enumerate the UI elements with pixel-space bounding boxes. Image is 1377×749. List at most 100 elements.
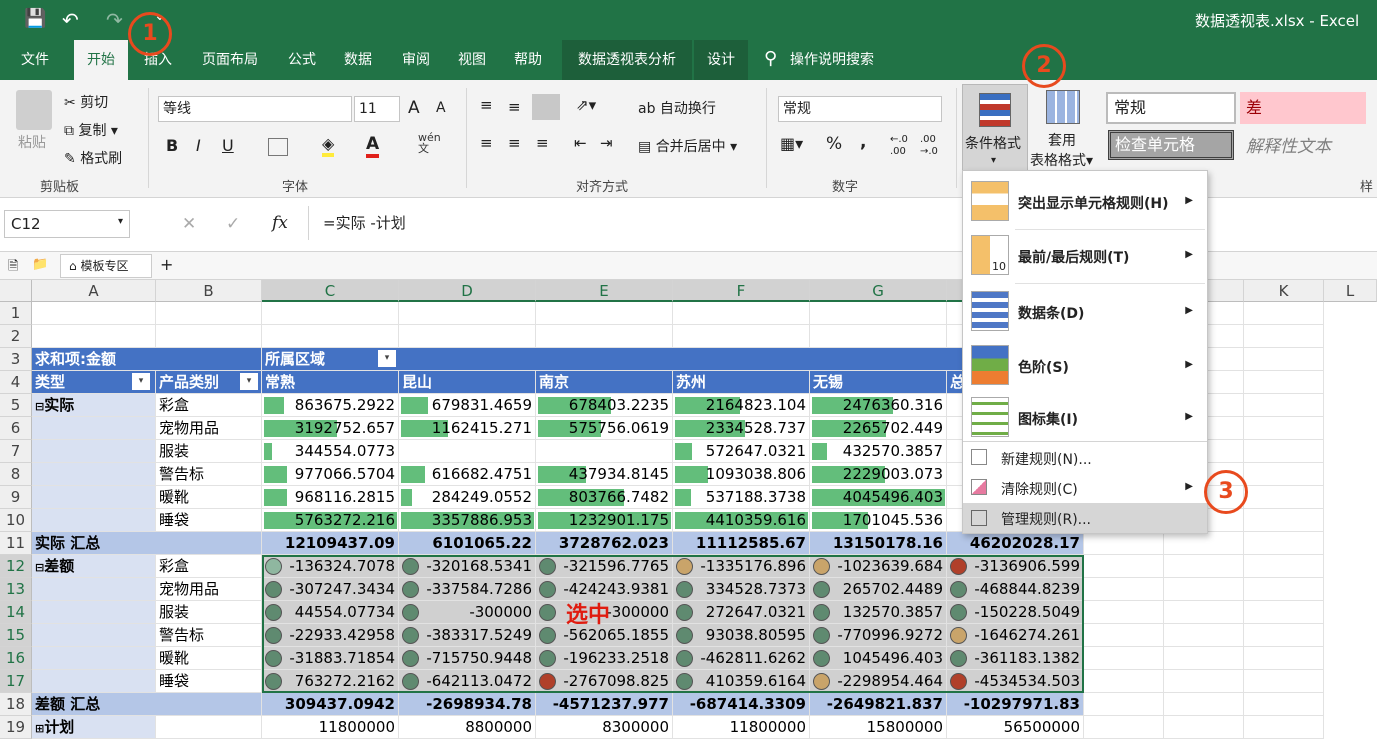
icon-set-cell[interactable]: 1045496.403 [810,647,947,670]
pivot-label-cell[interactable] [32,624,156,647]
data-bar-cell[interactable]: 2476360.316 [810,394,947,417]
wrap-text-button[interactable]: ab 自动换行 [638,98,716,118]
empty-cell[interactable] [156,302,262,325]
column-header[interactable]: E [536,280,673,302]
pivot-label-cell[interactable] [32,509,156,532]
data-bar-cell[interactable]: 1162415.271 [399,417,536,440]
empty-cell[interactable] [262,325,399,348]
actual-total-value[interactable]: 6101065.22 [399,532,536,555]
insert-function-icon[interactable]: fx [272,213,288,233]
empty-cell[interactable] [1244,693,1324,716]
empty-cell[interactable] [1164,693,1244,716]
data-bar-cell[interactable]: 977066.5704 [262,463,399,486]
percent-button[interactable]: % [826,134,842,154]
tab-help[interactable]: 帮助 [506,40,550,80]
tab-view[interactable]: 视图 [450,40,494,80]
empty-cell[interactable] [810,325,947,348]
icon-set-cell[interactable]: -1335176.896 [673,555,810,578]
empty-cell[interactable] [1164,555,1244,578]
row-header[interactable]: 2 [0,325,32,348]
empty-cell[interactable] [1164,647,1244,670]
pivot-column-header[interactable]: 苏州 [673,371,810,394]
tab-data[interactable]: 数据 [336,40,380,80]
paste-icon[interactable] [16,90,52,130]
empty-cell[interactable] [1244,325,1324,348]
diff-total-value[interactable]: 309437.0942 [262,693,399,716]
plan-total-value[interactable]: 15800000 [810,716,947,739]
chevron-down-icon[interactable]: ▾ [118,216,123,227]
tab-design[interactable]: 设计 [694,40,748,80]
data-bar-cell[interactable]: 2265702.449 [810,417,947,440]
data-bar-cell[interactable]: 2334528.737 [673,417,810,440]
column-header[interactable]: G [810,280,947,302]
style-normal[interactable]: 常规 [1106,92,1236,124]
data-bar-cell[interactable]: 344554.0773 [262,440,399,463]
menu-item-data-bars[interactable]: 数据条(D) ▶ [963,287,1207,337]
cancel-icon[interactable]: ✕ [182,214,196,234]
row-header[interactable]: 12 [0,555,32,578]
decrease-decimal-icon[interactable]: .00 →.0 [920,134,938,158]
name-box[interactable]: C12 [4,210,130,238]
data-bar-cell[interactable]: 616682.4751 [399,463,536,486]
menu-item-new-rule[interactable]: 新建规则(N)... [963,445,1207,471]
empty-cell[interactable] [1244,417,1324,440]
actual-total-value[interactable]: 46202028.17 [947,532,1084,555]
data-bar-cell[interactable]: 3357886.953 [399,509,536,532]
data-bar-cell[interactable]: 803766.7482 [536,486,673,509]
filter-dropdown-icon[interactable]: ▾ [240,373,258,390]
row-header[interactable]: 6 [0,417,32,440]
underline-button[interactable]: U [222,136,234,155]
category-cell[interactable]: 睡袋 [156,509,262,532]
icon-set-cell[interactable]: 410359.6164 [673,670,810,693]
empty-cell[interactable] [1244,601,1324,624]
category-cell[interactable]: 彩盒 [156,394,262,417]
icon-set-cell[interactable]: -321596.7765 [536,555,673,578]
table-format-icon[interactable] [1046,90,1080,124]
actual-total-value[interactable]: 3728762.023 [536,532,673,555]
menu-item-manage-rules[interactable]: 管理规则(R)... [963,503,1207,533]
empty-cell[interactable] [1084,670,1164,693]
font-color-button[interactable]: A [366,134,380,158]
icon-set-cell[interactable]: -150228.5049 [947,601,1084,624]
category-cell[interactable]: 警告标 [156,463,262,486]
tab-formulas[interactable]: 公式 [280,40,324,80]
tab-home[interactable]: 开始 [74,40,128,80]
empty-cell[interactable] [1244,463,1324,486]
align-top-icon[interactable]: ≡ [480,96,493,114]
icon-set-cell[interactable]: -3136906.599 [947,555,1084,578]
menu-item-color-scales[interactable]: 色阶(S) ▶ [963,341,1207,391]
empty-cell[interactable] [1244,578,1324,601]
increase-indent-icon[interactable]: ⇥ [600,134,613,152]
icon-set-cell[interactable]: 265702.4489 [810,578,947,601]
format-painter-button[interactable]: ✎ 格式刷 [64,148,122,168]
icon-set-cell[interactable]: -1023639.684 [810,555,947,578]
menu-item-clear-rules[interactable]: 清除规则(C) ▶ [963,475,1207,501]
data-bar-cell[interactable]: 863675.2922 [262,394,399,417]
empty-cell[interactable] [673,302,810,325]
empty-cell[interactable] [399,302,536,325]
empty-cell[interactable] [1244,394,1324,417]
pivot-sum-label[interactable]: 求和项:金额 [32,348,262,371]
data-bar-cell[interactable]: 4410359.616 [673,509,810,532]
icon-set-cell[interactable]: 93038.80595 [673,624,810,647]
category-cell[interactable]: 暖靴 [156,486,262,509]
table-format-label-1[interactable]: 套用 [1048,130,1076,150]
plan-total-value[interactable]: 8800000 [399,716,536,739]
empty-cell[interactable] [1244,670,1324,693]
row-header[interactable]: 14 [0,601,32,624]
align-bottom-icon[interactable] [532,94,560,120]
empty-cell[interactable] [1084,647,1164,670]
pivot-category-header[interactable]: 产品类别 ▾ [156,371,262,394]
filter-dropdown-icon[interactable]: ▾ [132,373,150,390]
copy-button[interactable]: ⧉ 复制 ▾ [64,120,118,140]
data-bar-cell[interactable]: 3192752.657 [262,417,399,440]
empty-cell[interactable] [1084,578,1164,601]
row-header[interactable]: 8 [0,463,32,486]
pivot-label-cell[interactable] [32,670,156,693]
icon-set-cell[interactable]: -2767098.825 [536,670,673,693]
font-name-combo[interactable]: 等线 [158,96,352,122]
pivot-label-cell[interactable] [32,440,156,463]
actual-total-value[interactable]: 13150178.16 [810,532,947,555]
row-header[interactable]: 4 [0,371,32,394]
collapse-icon[interactable]: ⊟ [35,400,44,413]
